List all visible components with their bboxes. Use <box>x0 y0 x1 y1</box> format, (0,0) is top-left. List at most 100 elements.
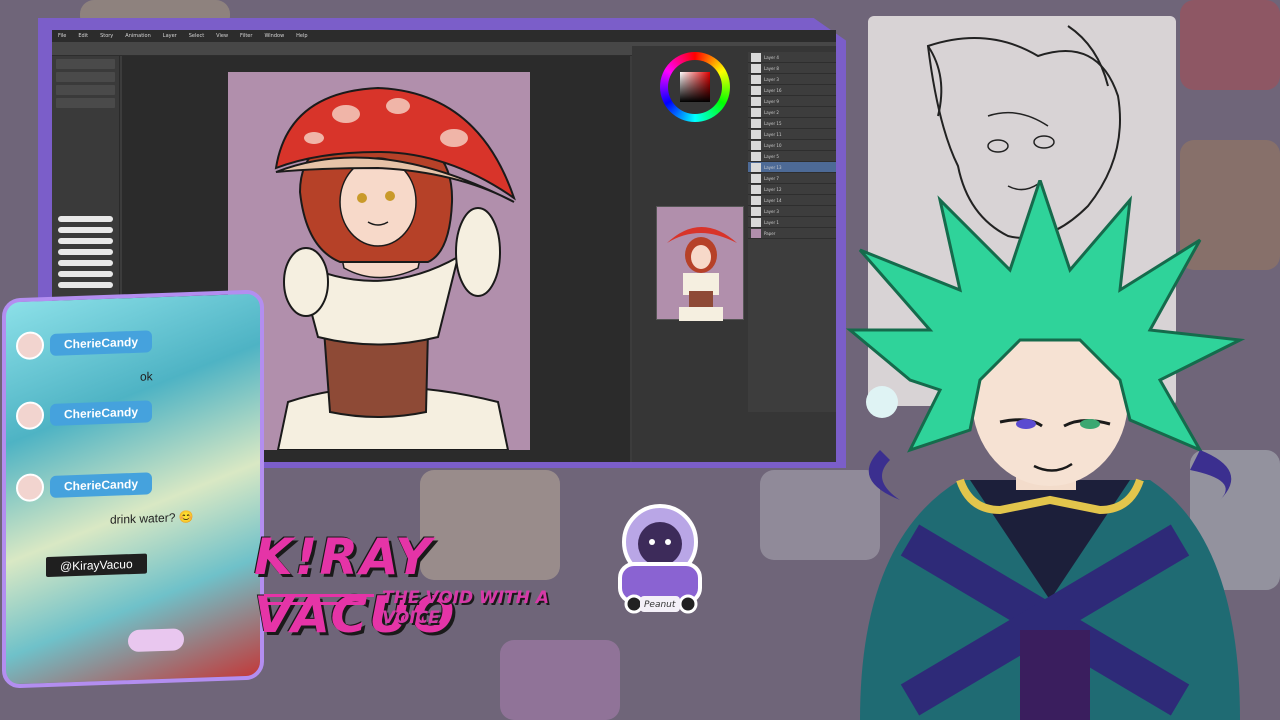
layer-row[interactable]: Layer 15 <box>748 118 836 129</box>
chat-message: CherieCandy <box>16 397 153 431</box>
chat-message: CherieCandy <box>16 327 153 361</box>
chat-avatar <box>16 401 44 431</box>
layer-thumbnail <box>751 118 761 128</box>
logo-stripe <box>264 594 374 597</box>
layer-name: Layer 2 <box>764 109 779 115</box>
layer-thumbnail <box>751 173 761 183</box>
menu-item-story[interactable]: Story <box>100 33 113 39</box>
layer-name: Layer 11 <box>764 131 782 137</box>
layer-thumbnail <box>751 184 761 194</box>
panel-spacer <box>52 111 119 211</box>
layer-name: Layer 7 <box>764 175 779 181</box>
property-anti-aliasing[interactable] <box>56 85 115 95</box>
layer-thumbnail <box>751 217 761 227</box>
layer-name: Layer 1 <box>764 219 779 225</box>
property-brush-size[interactable] <box>56 98 115 108</box>
layer-row[interactable]: Layer 5 <box>748 151 836 162</box>
layer-name: Layer 16 <box>764 87 782 93</box>
layer-thumbnail <box>751 206 761 216</box>
mushroom-girl-illustration <box>274 86 516 450</box>
layer-thumbnail <box>751 85 761 95</box>
layer-name: Layer 9 <box>764 98 779 104</box>
chat-input-pill <box>128 628 184 653</box>
color-wheel-center <box>668 60 722 114</box>
chat-avatar <box>16 331 44 361</box>
layer-name: Paper <box>764 230 776 236</box>
brush-preset[interactable] <box>58 227 113 233</box>
layer-row[interactable]: Layer 10 <box>748 140 836 151</box>
layer-name: Layer 4 <box>764 54 779 60</box>
brush-preset[interactable] <box>58 282 113 288</box>
brush-preset[interactable] <box>58 271 113 277</box>
layer-row[interactable]: Layer 3 <box>748 74 836 85</box>
layer-row[interactable]: Layer 11 <box>748 129 836 140</box>
layer-name: Layer 14 <box>764 197 782 203</box>
layer-name: Layer 12 <box>764 186 782 192</box>
layer-name: Layer 15 <box>764 120 782 126</box>
layer-thumbnail <box>751 74 761 84</box>
vtuber-avatar <box>820 175 1280 720</box>
logo-stripe <box>264 602 364 605</box>
layer-thumbnail <box>751 52 761 62</box>
menu-item-view[interactable]: View <box>216 33 228 39</box>
menu-item-animation[interactable]: Animation <box>125 33 151 39</box>
layer-name: Layer 13 <box>764 164 782 170</box>
layer-row[interactable]: Layer 9 <box>748 96 836 107</box>
logo-subtitle: THE VOID WITH A VOICE <box>382 588 549 628</box>
layer-row-active[interactable]: Layer 13 <box>748 162 836 173</box>
layer-name: Layer 5 <box>764 153 779 159</box>
chat-username: CherieCandy <box>50 330 153 356</box>
streamer-handle: @KirayVacuo <box>46 553 147 578</box>
layer-thumbnail <box>751 151 761 161</box>
menu-item-help[interactable]: Help <box>296 33 307 39</box>
layer-row[interactable]: Layer 8 <box>748 63 836 74</box>
layer-name: Layer 8 <box>764 65 779 71</box>
color-wheel[interactable] <box>660 52 730 122</box>
layer-thumbnail <box>751 96 761 106</box>
menu-item-edit[interactable]: Edit <box>78 33 88 39</box>
layer-name: Layer 10 <box>764 142 782 148</box>
menu-item-file[interactable]: File <box>58 33 66 39</box>
menu-item-window[interactable]: Window <box>264 33 284 39</box>
menu-bar: File Edit Story Animation Layer Select V… <box>52 30 836 42</box>
chat-message-text: drink water? 😊 <box>110 509 194 527</box>
property-opacity[interactable] <box>56 59 115 69</box>
brush-preset[interactable] <box>58 249 113 255</box>
chat-message: CherieCandy <box>16 469 153 503</box>
layer-thumbnail <box>751 228 761 238</box>
property-blending-mode[interactable] <box>56 72 115 82</box>
layer-thumbnail <box>751 129 761 139</box>
brush-preset[interactable] <box>58 216 113 222</box>
menu-item-filter[interactable]: Filter <box>240 33 252 39</box>
peanut-emote-sticker: Peanut <box>606 502 712 626</box>
background-sticker <box>1180 0 1280 90</box>
chat-username: CherieCandy <box>50 400 153 426</box>
brush-preset[interactable] <box>58 260 113 266</box>
layer-name: Layer 3 <box>764 208 779 214</box>
channel-logo: K!RAY VACUO THE VOID WITH A VOICE <box>254 528 574 644</box>
chat-message-text: ok <box>140 369 153 384</box>
chat-avatar <box>16 473 44 503</box>
chat-overlay: CherieCandy ok CherieCandy CherieCandy d… <box>2 289 264 689</box>
emote-label: Peanut <box>644 600 676 610</box>
chat-username: CherieCandy <box>50 472 153 498</box>
layer-thumbnail <box>751 107 761 117</box>
brush-preset[interactable] <box>58 238 113 244</box>
artwork-canvas[interactable] <box>228 72 530 450</box>
layer-thumbnail <box>751 162 761 172</box>
layer-thumbnail <box>751 140 761 150</box>
layer-row[interactable]: Layer 16 <box>748 85 836 96</box>
layer-row[interactable]: Layer 2 <box>748 107 836 118</box>
menu-item-select[interactable]: Select <box>189 33 204 39</box>
menu-item-layer[interactable]: Layer <box>163 33 177 39</box>
color-saturation-square[interactable] <box>680 72 710 102</box>
layer-row[interactable]: Layer 4 <box>748 52 836 63</box>
green-haired-avatar <box>845 175 1246 720</box>
layer-thumbnail <box>751 195 761 205</box>
layer-name: Layer 3 <box>764 76 779 82</box>
layer-thumbnail <box>751 63 761 73</box>
navigator-thumbnail <box>667 227 737 321</box>
right-dock-panel: Layer 4 Layer 8 Layer 3 Layer 16 Layer 9… <box>632 46 836 462</box>
navigator-preview[interactable] <box>656 206 744 321</box>
background-sticker <box>500 640 620 720</box>
